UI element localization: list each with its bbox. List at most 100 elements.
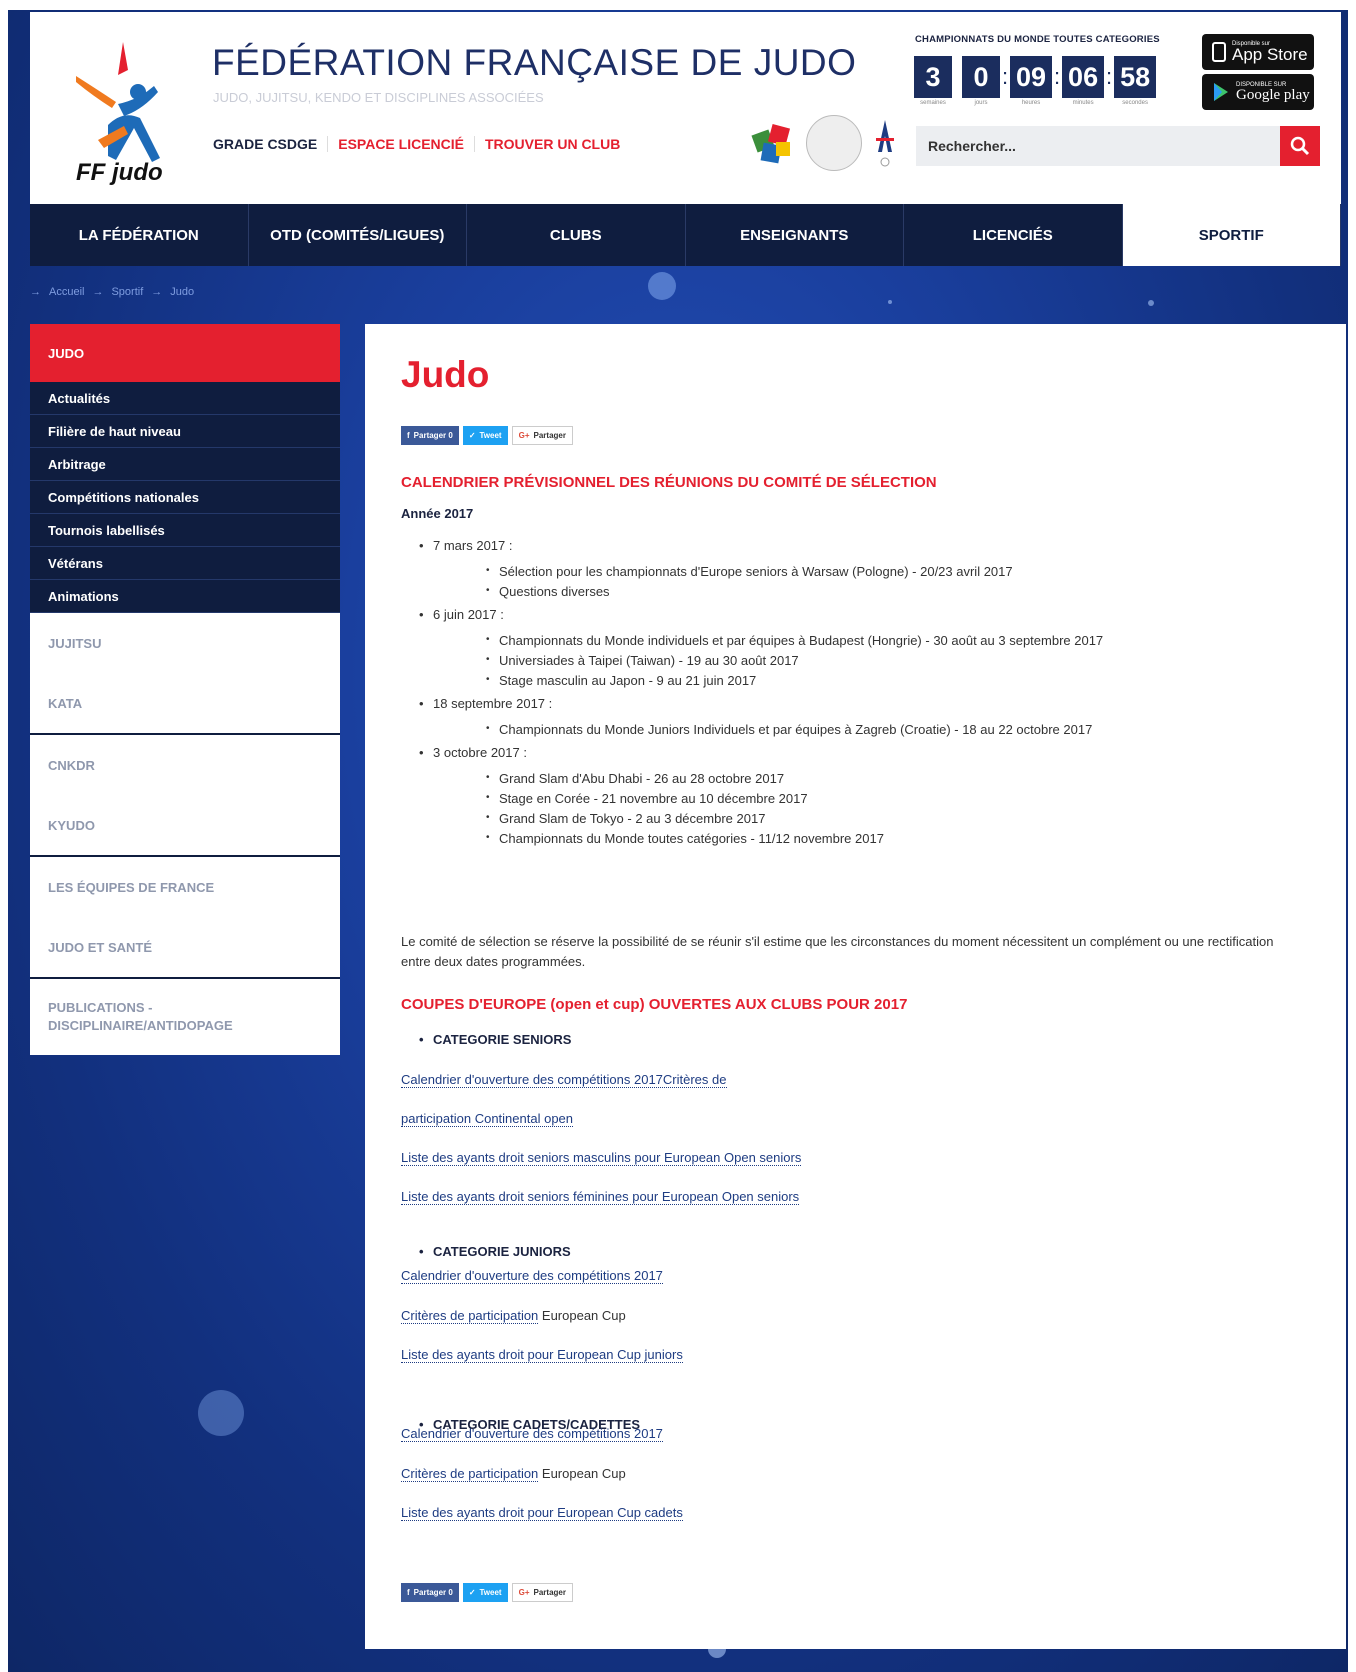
- espace-licencie-link[interactable]: ESPACE LICENCIÉ: [328, 136, 475, 152]
- search-button[interactable]: [1280, 126, 1320, 166]
- sidebar-sub-tournois[interactable]: Tournois labellisés: [30, 514, 340, 547]
- facebook-icon: f: [407, 1588, 410, 1597]
- link-calendrier-seniors[interactable]: Calendrier d'ouverture des compétitions …: [401, 1072, 727, 1088]
- sidebar-item-judo[interactable]: JUDO: [30, 324, 340, 382]
- sidebar-group: LES ÉQUIPES DE FRANCE JUDO ET SANTÉ: [30, 857, 340, 979]
- breadcrumb-sportif[interactable]: Sportif: [111, 286, 143, 298]
- nav-sportif[interactable]: SPORTIF: [1122, 204, 1341, 266]
- list-item: Grand Slam de Tokyo - 2 au 3 décembre 20…: [433, 811, 1301, 826]
- countdown-seconds: 58 secondes: [1114, 56, 1157, 106]
- sidebar-sub-competitions[interactable]: Compétitions nationales: [30, 481, 340, 514]
- list-item: 7 mars 2017 : Sélection pour les champio…: [401, 538, 1301, 599]
- link-criteres-juniors[interactable]: Critères de participation: [401, 1308, 539, 1324]
- sidebar-sub-veterans[interactable]: Vétérans: [30, 547, 340, 580]
- link-ayants-droit-masculins[interactable]: Liste des ayants droit seniors masculins…: [401, 1150, 802, 1166]
- countdown-hours: 09 heures: [1010, 56, 1053, 106]
- list-item: Grand Slam d'Abu Dhabi - 26 au 28 octobr…: [433, 771, 1301, 786]
- page-title: Judo: [401, 354, 490, 395]
- section-title-calendrier: CALENDRIER PRÉVISIONNEL DES RÉUNIONS DU …: [401, 474, 937, 491]
- play-icon: [1214, 83, 1228, 101]
- breadcrumb-arrow-icon: →: [30, 286, 41, 298]
- site-title: FÉDÉRATION FRANÇAISE DE JUDO: [212, 42, 857, 83]
- main-content: Judo f Partager 0 ✓ Tweet G+ Partager CALEN…: [365, 324, 1346, 1649]
- link-calendrier-juniors[interactable]: Calendrier d'ouverture des compétitions …: [401, 1268, 663, 1284]
- list-item: Questions diverses: [433, 584, 1301, 599]
- share-bar-bottom: f Partager 0 ✓ Tweet G+ Partager: [401, 1583, 573, 1602]
- main-nav: LA FÉDÉRATION OTD (COMITÉS/LIGUES) CLUBS…: [30, 204, 1341, 266]
- google-plus-icon: G+: [518, 1588, 530, 1597]
- list-item: Universiades à Taipei (Taiwan) - 19 au 3…: [433, 653, 1301, 668]
- site-subtitle: JUDO, JUJITSU, KENDO ET DISCIPLINES ASSO…: [213, 90, 544, 105]
- link-calendrier-cadets[interactable]: Calendrier d'ouverture des compétitions …: [401, 1426, 663, 1442]
- facebook-share-button[interactable]: f Partager 0: [401, 1583, 459, 1602]
- twitter-share-button[interactable]: ✓ Tweet: [462, 1583, 508, 1602]
- list-item: Stage masculin au Japon - 9 au 21 juin 2…: [433, 673, 1301, 688]
- list-item: Sélection pour les championnats d'Europe…: [433, 564, 1301, 579]
- paris2024-logo[interactable]: [870, 116, 900, 170]
- nav-enseignants[interactable]: ENSEIGNANTS: [686, 204, 904, 266]
- nav-federation[interactable]: LA FÉDÉRATION: [30, 204, 249, 266]
- partner-logo-1[interactable]: [748, 118, 798, 168]
- countdown-days: 0 jours: [962, 56, 1000, 106]
- link-ayants-droit-juniors[interactable]: Liste des ayants droit pour European Cup…: [401, 1347, 683, 1363]
- sidebar-sub-actualites[interactable]: Actualités: [30, 382, 340, 415]
- sidebar-sub-arbitrage[interactable]: Arbitrage: [30, 448, 340, 481]
- list-item: Championnats du Monde toutes catégories …: [433, 831, 1301, 846]
- breadcrumb-judo[interactable]: Judo: [170, 286, 194, 298]
- grade-csdge-link[interactable]: GRADE CSDGE: [213, 136, 329, 152]
- breadcrumb-arrow-icon: →: [151, 286, 163, 298]
- breadcrumb-accueil[interactable]: Accueil: [49, 286, 84, 298]
- top-links: GRADE CSDGE ESPACE LICENCIÉ TROUVER UN C…: [213, 136, 630, 152]
- link-ayants-droit-feminines[interactable]: Liste des ayants droit seniors féminines…: [401, 1189, 800, 1205]
- trouver-club-link[interactable]: TROUVER UN CLUB: [475, 136, 630, 152]
- link-tail: European Cup: [538, 1466, 626, 1481]
- sidebar-sub-haut-niveau[interactable]: Filière de haut niveau: [30, 415, 340, 448]
- countdown: 3 semaines 0 jours : 09 heures : 06 minutes …: [914, 56, 1157, 106]
- link-criteres-cadets[interactable]: Critères de participation: [401, 1466, 539, 1482]
- list-item: 6 juin 2017 : Championnats du Monde indi…: [401, 607, 1301, 688]
- sidebar-sub-animations[interactable]: Animations: [30, 580, 340, 613]
- sidebar-group: JUJITSU KATA: [30, 613, 340, 735]
- twitter-share-button[interactable]: ✓ Tweet: [462, 426, 508, 445]
- link-tail: European Cup: [538, 1308, 626, 1323]
- list-item: Stage en Corée - 21 novembre au 10 décem…: [433, 791, 1301, 806]
- sidebar-item-judo-sante[interactable]: JUDO ET SANTÉ: [30, 917, 340, 977]
- meetings-list: 7 mars 2017 : Sélection pour les champio…: [401, 538, 1301, 854]
- search-icon: [1290, 136, 1310, 156]
- link-ayants-droit-cadets[interactable]: Liste des ayants droit pour European Cup…: [401, 1505, 683, 1521]
- link-criteres-continental[interactable]: participation Continental open: [401, 1111, 574, 1127]
- sidebar-item-cnkdr[interactable]: CNKDR: [30, 735, 340, 795]
- facebook-icon: f: [407, 431, 410, 440]
- nav-otd[interactable]: OTD (COMITÉS/LIGUES): [249, 204, 467, 266]
- sidebar-group: CNKDR KYUDO: [30, 735, 340, 857]
- search-input[interactable]: [916, 126, 1280, 166]
- year-heading: Année 2017: [401, 506, 474, 521]
- google-plus-share-button[interactable]: G+ Partager: [511, 426, 573, 445]
- nav-clubs[interactable]: CLUBS: [467, 204, 686, 266]
- countdown-title: CHAMPIONNATS DU MONDE TOUTES CATEGORIES: [915, 34, 1160, 45]
- nav-licencies[interactable]: LICENCIÉS: [904, 204, 1123, 266]
- google-play-button[interactable]: DISPONIBLE SUR Google play: [1202, 74, 1314, 110]
- svg-text:FF judo: FF judo: [76, 159, 163, 186]
- sidebar-item-jujitsu[interactable]: JUJITSU: [30, 613, 340, 673]
- category-seniors: CATEGORIE SENIORS: [401, 1032, 1333, 1047]
- app-store-button[interactable]: Disponible sur App Store: [1202, 34, 1314, 70]
- selection-note: Le comité de sélection se réserve la pos…: [401, 934, 1274, 969]
- sidebar-item-publications[interactable]: PUBLICATIONS - DISCIPLINAIRE/ANTIDOPAGE: [30, 979, 250, 1055]
- sidebar-item-kyudo[interactable]: KYUDO: [30, 795, 340, 855]
- breadcrumb: → Accueil → Sportif → Judo: [30, 286, 194, 298]
- ijf-logo[interactable]: [806, 115, 862, 171]
- countdown-minutes: 06 minutes: [1062, 56, 1105, 106]
- google-plus-share-button[interactable]: G+ Partager: [511, 1583, 573, 1602]
- breadcrumb-arrow-icon: →: [92, 286, 104, 298]
- sidebar-item-kata[interactable]: KATA: [30, 673, 340, 733]
- ffjudo-logo[interactable]: FF judo: [68, 30, 178, 190]
- site-header: FF judo FÉDÉRATION FRANÇAISE DE JUDO JUD…: [30, 12, 1341, 204]
- facebook-share-button[interactable]: f Partager 0: [401, 426, 459, 445]
- list-item: Championnats du Monde Juniors Individuel…: [433, 722, 1301, 737]
- sidebar-item-equipes-france[interactable]: LES ÉQUIPES DE FRANCE: [30, 857, 340, 917]
- list-item: 18 septembre 2017 : Championnats du Mond…: [401, 696, 1301, 737]
- list-item: 3 octobre 2017 : Grand Slam d'Abu Dhabi …: [401, 745, 1301, 846]
- search-box: [916, 126, 1320, 166]
- list-item: Championnats du Monde individuels et par…: [433, 633, 1301, 648]
